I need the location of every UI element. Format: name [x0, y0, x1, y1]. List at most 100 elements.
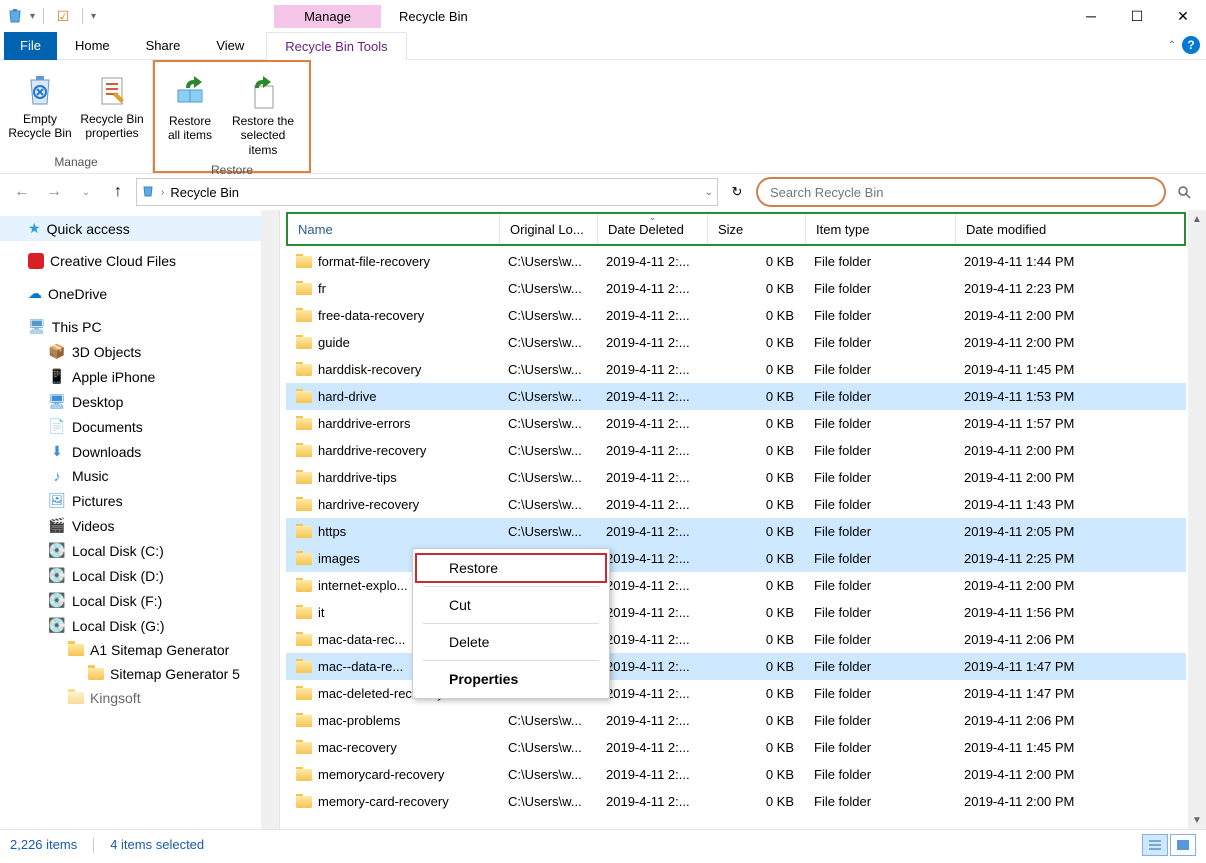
up-button[interactable]: ↑ — [104, 178, 132, 206]
file-row[interactable]: memory-card-recoveryC:\Users\w...2019-4-… — [286, 788, 1186, 815]
chevron-right-icon[interactable]: › — [161, 187, 164, 198]
sidebar-item-documents[interactable]: 📄Documents — [0, 414, 262, 439]
file-row[interactable]: harddrive-tipsC:\Users\w...2019-4-11 2:.… — [286, 464, 1186, 491]
recent-locations-button[interactable]: ⌄ — [72, 178, 100, 206]
context-cut[interactable]: Cut — [415, 590, 607, 620]
column-item-type[interactable]: Item type — [806, 214, 956, 244]
sidebar-kingsoft[interactable]: Kingsoft — [0, 686, 262, 710]
status-selected-count: 4 items selected — [110, 837, 204, 852]
sidebar-item-local-disk-c-[interactable]: 💽Local Disk (C:) — [0, 538, 262, 563]
scroll-up-icon[interactable]: ▲ — [1188, 210, 1206, 228]
file-name: hard-drive — [318, 389, 377, 404]
column-headers: Name Original Lo... ⌄ Date Deleted Size … — [286, 212, 1186, 246]
scroll-down-icon[interactable]: ▼ — [1188, 811, 1206, 829]
context-delete[interactable]: Delete — [415, 627, 607, 657]
file-date-deleted: 2019-4-11 2:... — [596, 362, 706, 377]
file-row[interactable]: httpsC:\Users\w...2019-4-11 2:...0 KBFil… — [286, 518, 1186, 545]
file-row[interactable]: guideC:\Users\w...2019-4-11 2:...0 KBFil… — [286, 329, 1186, 356]
ribbon-collapse-icon[interactable]: ⌃ — [1168, 40, 1176, 51]
column-name[interactable]: Name — [288, 214, 500, 244]
search-button[interactable] — [1170, 185, 1198, 199]
sidebar-item-videos[interactable]: 🎬Videos — [0, 513, 262, 538]
file-row[interactable]: hard-driveC:\Users\w...2019-4-11 2:...0 … — [286, 383, 1186, 410]
file-row[interactable]: hardrive-recoveryC:\Users\w...2019-4-11 … — [286, 491, 1186, 518]
column-date-deleted[interactable]: ⌄ Date Deleted — [598, 214, 708, 244]
thumbnails-view-button[interactable] — [1170, 834, 1196, 856]
refresh-button[interactable]: ↻ — [722, 184, 752, 200]
address-dropdown-icon[interactable]: ⌄ — [705, 187, 713, 198]
file-row[interactable]: harddisk-recoveryC:\Users\w...2019-4-11 … — [286, 356, 1186, 383]
file-size: 0 KB — [706, 659, 804, 674]
sidebar-a1-sitemap[interactable]: A1 Sitemap Generator — [0, 638, 262, 662]
context-properties[interactable]: Properties — [415, 664, 607, 694]
help-icon[interactable]: ? — [1182, 36, 1200, 54]
tab-recycle-bin-tools[interactable]: Recycle Bin Tools — [266, 32, 406, 60]
context-restore[interactable]: Restore — [415, 553, 607, 583]
item-icon: 📱 — [48, 368, 66, 385]
restore-all-items-button[interactable]: Restore all items — [161, 66, 219, 161]
restore-selected-items-button[interactable]: Restore the selected items — [223, 66, 303, 161]
file-date-deleted: 2019-4-11 2:... — [596, 686, 706, 701]
search-box[interactable] — [756, 177, 1166, 207]
status-bar: 2,226 items 4 items selected — [0, 829, 1206, 859]
sidebar-onedrive[interactable]: ☁ OneDrive — [0, 281, 262, 306]
file-row[interactable]: format-file-recoveryC:\Users\w...2019-4-… — [286, 248, 1186, 275]
sidebar-scrollbar[interactable] — [261, 210, 279, 829]
details-view-button[interactable] — [1142, 834, 1168, 856]
close-button[interactable]: ✕ — [1160, 0, 1206, 32]
address-bar[interactable]: › Recycle Bin ⌄ — [136, 178, 718, 206]
sidebar-sitemap-gen-5[interactable]: Sitemap Generator 5 — [0, 662, 262, 686]
column-date-modified[interactable]: Date modified — [956, 214, 1106, 244]
empty-recycle-bin-button[interactable]: Empty Recycle Bin — [6, 64, 74, 153]
sidebar-creative-cloud[interactable]: Creative Cloud Files — [0, 249, 262, 273]
file-size: 0 KB — [706, 767, 804, 782]
file-row[interactable]: harddrive-recoveryC:\Users\w...2019-4-11… — [286, 437, 1186, 464]
forward-button[interactable]: → — [40, 178, 68, 206]
file-row[interactable]: frC:\Users\w...2019-4-11 2:...0 KBFile f… — [286, 275, 1186, 302]
ribbon-group-manage: Empty Recycle Bin Recycle Bin properties… — [0, 60, 153, 173]
sidebar-this-pc[interactable]: 🖥 This PC — [0, 314, 262, 339]
checkbox-icon[interactable]: ☑ — [52, 5, 74, 27]
column-original-location[interactable]: Original Lo... — [500, 214, 598, 244]
tab-file[interactable]: File — [4, 32, 57, 60]
file-size: 0 KB — [706, 524, 804, 539]
context-menu: Restore Cut Delete Properties — [412, 548, 610, 699]
file-date-deleted: 2019-4-11 2:... — [596, 794, 706, 809]
sidebar-quick-access[interactable]: ★ Quick access — [0, 216, 262, 241]
file-row[interactable]: memorycard-recoveryC:\Users\w...2019-4-1… — [286, 761, 1186, 788]
file-row[interactable]: harddrive-errorsC:\Users\w...2019-4-11 2… — [286, 410, 1186, 437]
file-type: File folder — [804, 659, 954, 674]
file-size: 0 KB — [706, 605, 804, 620]
sidebar-item-local-disk-g-[interactable]: 💽Local Disk (G:) — [0, 613, 262, 638]
file-original-location: C:\Users\w... — [498, 767, 596, 782]
content-scrollbar[interactable]: ▲ ▼ — [1188, 210, 1206, 829]
tab-view[interactable]: View — [198, 32, 262, 60]
qat-dropdown-icon[interactable]: ▾ — [30, 11, 35, 22]
sidebar-item-local-disk-f-[interactable]: 💽Local Disk (F:) — [0, 588, 262, 613]
file-original-location: C:\Users\w... — [498, 416, 596, 431]
tab-home[interactable]: Home — [57, 32, 128, 60]
search-input[interactable] — [770, 185, 1152, 200]
column-size[interactable]: Size — [708, 214, 806, 244]
tab-share[interactable]: Share — [128, 32, 199, 60]
sidebar-item-apple-iphone[interactable]: 📱Apple iPhone — [0, 364, 262, 389]
file-row[interactable]: mac-problemsC:\Users\w...2019-4-11 2:...… — [286, 707, 1186, 734]
file-row[interactable]: mac-recoveryC:\Users\w...2019-4-11 2:...… — [286, 734, 1186, 761]
back-button[interactable]: ← — [8, 178, 36, 206]
file-date-deleted: 2019-4-11 2:... — [596, 281, 706, 296]
sidebar-item-local-disk-d-[interactable]: 💽Local Disk (D:) — [0, 563, 262, 588]
sidebar-item-downloads[interactable]: ⬇Downloads — [0, 439, 262, 464]
file-original-location: C:\Users\w... — [498, 740, 596, 755]
file-row[interactable]: free-data-recoveryC:\Users\w...2019-4-11… — [286, 302, 1186, 329]
sidebar-item-3d-objects[interactable]: 📦3D Objects — [0, 339, 262, 364]
sidebar-item-desktop[interactable]: 🖥Desktop — [0, 389, 262, 414]
file-type: File folder — [804, 254, 954, 269]
sidebar-item-pictures[interactable]: 🖼Pictures — [0, 488, 262, 513]
recycle-bin-properties-button[interactable]: Recycle Bin properties — [78, 64, 146, 153]
maximize-button[interactable]: ☐ — [1114, 0, 1160, 32]
file-type: File folder — [804, 362, 954, 377]
minimize-button[interactable]: ─ — [1068, 0, 1114, 32]
sidebar-item-music[interactable]: ♪Music — [0, 464, 262, 488]
file-size: 0 KB — [706, 551, 804, 566]
title-bar: ▾ ☑ ▾ Manage Recycle Bin ─ ☐ ✕ — [0, 0, 1206, 32]
